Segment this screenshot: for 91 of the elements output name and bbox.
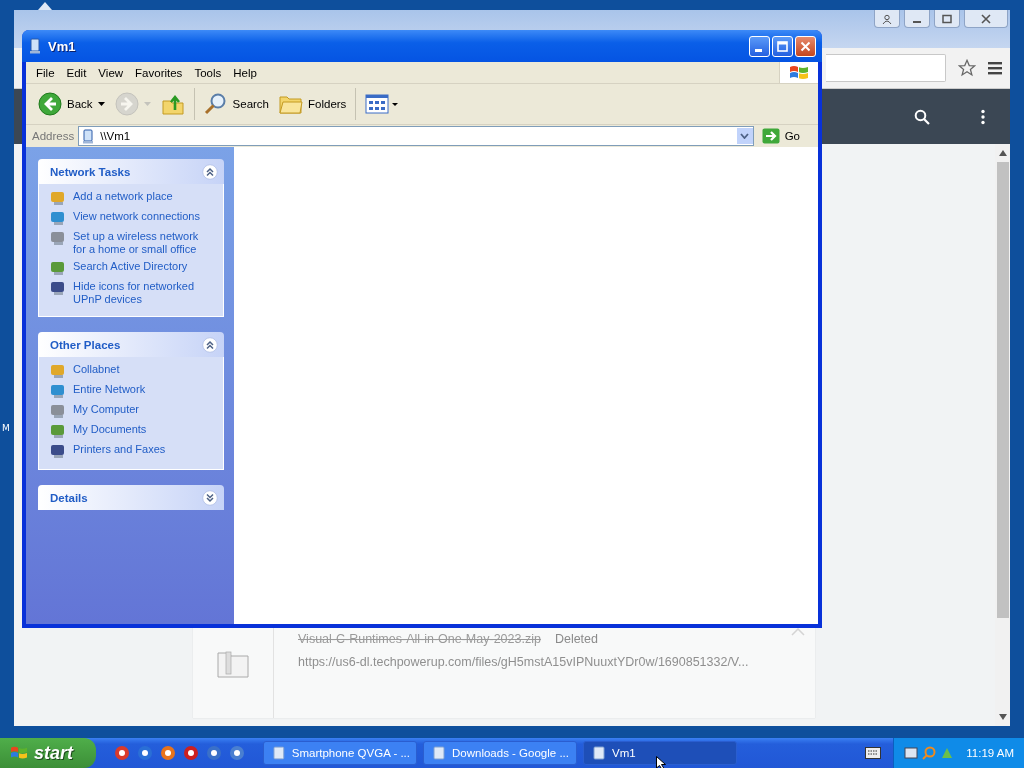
profile-button[interactable] xyxy=(874,10,900,28)
chevron-icon xyxy=(202,489,218,506)
arrow-icon xyxy=(38,2,52,10)
menu-item[interactable]: Favorites xyxy=(129,66,189,79)
go-button[interactable]: Go xyxy=(757,128,814,144)
menu-item[interactable]: View xyxy=(92,66,130,79)
caret-icon xyxy=(740,133,750,139)
task-link[interactable]: Collabnet xyxy=(73,363,120,376)
task-icon xyxy=(50,443,66,459)
task-icon xyxy=(50,423,66,439)
keyboard-icon[interactable] xyxy=(865,747,882,759)
address-label: Address xyxy=(32,130,75,142)
chevron-icon xyxy=(202,336,218,353)
menu-item[interactable]: File xyxy=(30,66,61,79)
caret-icon xyxy=(143,102,151,106)
scroll-up-icon[interactable] xyxy=(998,150,1007,156)
window-title: Vm1 xyxy=(48,38,76,54)
launcher-icon[interactable] xyxy=(229,745,245,761)
folders-icon xyxy=(279,93,303,115)
omnibox-field[interactable] xyxy=(826,54,946,82)
taskbar-button[interactable]: Vm1 xyxy=(583,741,737,765)
start-button[interactable]: start xyxy=(0,738,96,768)
launcher-icon[interactable] xyxy=(206,745,222,761)
edge-text: M xyxy=(2,423,10,433)
minimize-button[interactable] xyxy=(904,10,930,28)
search-icon xyxy=(203,92,228,116)
back-button[interactable]: Back xyxy=(34,90,109,118)
panel-header[interactable]: Details xyxy=(38,485,224,510)
task-icon xyxy=(50,190,66,206)
tray-icon[interactable] xyxy=(904,746,919,760)
task-icon xyxy=(50,403,66,419)
search-icon[interactable] xyxy=(914,108,930,125)
search-button[interactable]: Search xyxy=(199,90,273,118)
task-icon xyxy=(50,363,66,379)
window-icon xyxy=(592,746,606,760)
launcher-icon[interactable] xyxy=(183,745,199,761)
chevron-icon xyxy=(202,163,218,180)
windows-logo xyxy=(789,63,809,82)
restore-button[interactable] xyxy=(934,10,960,28)
file-url[interactable]: https://us6-dl.techpowerup.com/files/gH5mstA15vIPNuuxtYDr0w/1690851332/V... xyxy=(298,655,749,669)
user-icon xyxy=(882,13,892,24)
minimize-icon xyxy=(913,20,921,23)
launcher-icon[interactable] xyxy=(114,745,130,761)
task-link[interactable]: Hide icons for networked UPnP devices xyxy=(73,280,201,306)
menu-item[interactable]: Edit xyxy=(60,66,93,79)
menu-item[interactable]: Help xyxy=(227,66,263,79)
menu-icon[interactable] xyxy=(988,61,1002,75)
scroll-down-icon[interactable] xyxy=(998,714,1007,720)
window-icon xyxy=(272,746,286,760)
task-icon xyxy=(50,383,66,399)
computer-icon xyxy=(28,38,42,54)
window-icon xyxy=(432,746,446,760)
close-icon xyxy=(981,13,991,24)
task-link[interactable]: My Documents xyxy=(73,423,147,436)
maximize-button[interactable] xyxy=(772,35,793,57)
windows-flag-icon xyxy=(10,745,28,761)
views-icon xyxy=(365,93,400,115)
task-link[interactable]: Printers and Faxes xyxy=(73,443,166,456)
close-button[interactable] xyxy=(964,10,1008,28)
folders-button[interactable]: Folders xyxy=(275,91,351,117)
task-icon xyxy=(50,260,66,276)
more-icon[interactable] xyxy=(980,108,986,125)
panel-header[interactable]: Network Tasks xyxy=(38,159,224,184)
launcher-icon[interactable] xyxy=(160,745,176,761)
computer-icon xyxy=(82,128,95,144)
clock: 11:19 AM xyxy=(966,747,1014,759)
restore-icon xyxy=(942,13,952,24)
dropdown-button[interactable] xyxy=(736,128,753,144)
menu-item[interactable]: Tools xyxy=(188,66,228,79)
caret-icon xyxy=(97,102,105,106)
taskbar-button[interactable]: Smartphone QVGA - ... xyxy=(263,741,417,765)
zip-file-icon xyxy=(217,650,249,678)
launcher-icon[interactable] xyxy=(137,745,153,761)
maximize-icon xyxy=(777,40,788,52)
task-link[interactable]: Search Active Directory xyxy=(73,260,188,273)
task-icon xyxy=(50,230,66,246)
panel-header[interactable]: Other Places xyxy=(38,332,224,357)
go-arrow-icon xyxy=(761,128,780,144)
task-link[interactable]: View network connections xyxy=(73,210,200,223)
download-status: Deleted xyxy=(554,632,598,646)
task-link[interactable]: Entire Network xyxy=(73,383,146,396)
task-icon xyxy=(50,280,66,296)
task-icon xyxy=(50,210,66,226)
star-icon[interactable] xyxy=(958,59,976,77)
task-link[interactable]: Set up a wireless network for a home or small office xyxy=(73,230,201,256)
close-icon xyxy=(800,40,811,52)
task-link[interactable]: My Computer xyxy=(73,403,140,416)
cursor-icon xyxy=(656,756,667,768)
taskbar-button[interactable]: Downloads - Google ... xyxy=(423,741,577,765)
address-field[interactable]: \\Vm1 xyxy=(78,126,754,146)
task-link[interactable]: Add a network place xyxy=(73,190,173,203)
